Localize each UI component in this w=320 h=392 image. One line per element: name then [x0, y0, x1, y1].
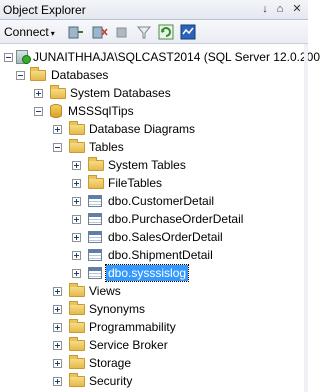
- expand-toggle[interactable]: [72, 215, 81, 224]
- system-databases-label: System Databases: [70, 86, 171, 100]
- folder-icon: [69, 355, 85, 369]
- folder-icon: [69, 121, 85, 135]
- databases-label: Databases: [51, 68, 109, 82]
- programmability-label: Programmability: [89, 320, 176, 334]
- expand-toggle[interactable]: [34, 89, 43, 98]
- table-label: dbo.CustomerDetail: [108, 194, 215, 208]
- tables-label: Tables: [89, 140, 124, 154]
- chevron-down-icon: ▾: [50, 29, 55, 38]
- table-icon: [88, 195, 102, 207]
- table-node[interactable]: dbo.ShipmentDetail: [0, 246, 308, 264]
- security-label: Security: [89, 374, 133, 388]
- collapse-toggle[interactable]: [53, 143, 62, 152]
- table-label: dbo.ShipmentDetail: [108, 248, 213, 262]
- tree-node-filetables[interactable]: FileTables: [0, 174, 308, 192]
- close-icon[interactable]: ✕: [290, 2, 304, 17]
- folder-icon: [69, 337, 85, 351]
- folder-icon: [69, 319, 85, 333]
- table-node[interactable]: dbo.CustomerDetail: [0, 192, 308, 210]
- expand-toggle[interactable]: [72, 161, 81, 170]
- folder-icon: [88, 157, 104, 171]
- expand-toggle[interactable]: [72, 251, 81, 260]
- panel-title: Object Explorer: [3, 3, 86, 17]
- tree-node-database-diagrams[interactable]: Database Diagrams: [0, 120, 308, 138]
- synonyms-label: Synonyms: [89, 302, 146, 316]
- stop-icon[interactable]: [115, 24, 129, 40]
- object-explorer-titlebar: Object Explorer ↓ ⌂ ✕: [0, 0, 308, 20]
- object-explorer-toolbar: Connect ▾: [0, 20, 308, 44]
- tree-node-programmability[interactable]: Programmability: [0, 318, 308, 336]
- tree-node-server[interactable]: JUNAITHHAJA\SQLCAST2014 (SQL Server 12.0…: [0, 48, 320, 66]
- window-position-icon[interactable]: ↓: [258, 2, 272, 17]
- service-broker-label: Service Broker: [89, 338, 168, 352]
- tree-node-system-databases[interactable]: System Databases: [0, 84, 308, 102]
- collapse-toggle[interactable]: [16, 71, 25, 80]
- table-node[interactable]: dbo.SalesOrderDetail: [0, 228, 308, 246]
- table-icon: [88, 267, 102, 279]
- table-node-selected[interactable]: dbo.sysssislog: [0, 264, 308, 282]
- collapse-toggle[interactable]: [34, 107, 43, 116]
- storage-label: Storage: [89, 356, 132, 370]
- folder-icon: [69, 301, 85, 315]
- selected-table-label: dbo.sysssislog: [104, 264, 190, 282]
- system-tables-label: System Tables: [108, 158, 186, 172]
- disconnect-icon[interactable]: [92, 24, 108, 40]
- activity-monitor-icon[interactable]: [180, 24, 196, 40]
- database-icon: [50, 104, 62, 118]
- refresh-icon[interactable]: [158, 24, 174, 40]
- auto-hide-pin-icon[interactable]: ⌂: [273, 2, 287, 17]
- server-label: JUNAITHHAJA\SQLCAST2014 (SQL Server 12.0…: [33, 50, 320, 64]
- table-label: dbo.PurchaseOrderDetail: [108, 212, 244, 226]
- collapse-toggle[interactable]: [4, 53, 13, 62]
- expand-toggle[interactable]: [72, 197, 81, 206]
- filter-icon[interactable]: [136, 24, 152, 40]
- folder-icon: [50, 85, 66, 99]
- expand-toggle[interactable]: [53, 323, 62, 332]
- tree-node-tables[interactable]: Tables: [0, 138, 308, 156]
- expand-toggle[interactable]: [72, 179, 81, 188]
- table-icon: [88, 249, 102, 261]
- expand-toggle[interactable]: [72, 233, 81, 242]
- tree-node-databases[interactable]: Databases: [0, 66, 308, 84]
- views-label: Views: [89, 284, 121, 298]
- folder-icon: [69, 139, 85, 153]
- table-node[interactable]: dbo.PurchaseOrderDetail: [0, 210, 308, 228]
- folder-icon: [88, 175, 104, 189]
- tree-node-storage[interactable]: Storage: [0, 354, 308, 372]
- expand-toggle[interactable]: [53, 125, 62, 134]
- folder-icon: [30, 67, 46, 81]
- tree-node-system-tables[interactable]: System Tables: [0, 156, 308, 174]
- connect-label: Connect: [4, 25, 49, 39]
- database-label: MSSSqlTips: [68, 104, 134, 118]
- tree-node-security[interactable]: Security: [0, 372, 308, 390]
- folder-icon: [69, 283, 85, 297]
- connect-object-explorer-icon[interactable]: [68, 24, 84, 40]
- table-icon: [88, 231, 102, 243]
- table-label: dbo.SalesOrderDetail: [108, 230, 223, 244]
- expand-toggle[interactable]: [53, 377, 62, 386]
- folder-icon: [69, 373, 85, 387]
- tree-node-mssqltips[interactable]: MSSSqlTips: [0, 102, 308, 120]
- expand-toggle[interactable]: [53, 341, 62, 350]
- expand-toggle[interactable]: [72, 269, 81, 278]
- object-explorer-tree[interactable]: JUNAITHHAJA\SQLCAST2014 (SQL Server 12.0…: [0, 44, 320, 392]
- expand-toggle[interactable]: [53, 359, 62, 368]
- tree-node-service-broker[interactable]: Service Broker: [0, 336, 308, 354]
- vertical-scrollbar[interactable]: [304, 44, 308, 392]
- connect-button[interactable]: Connect ▾: [4, 24, 58, 40]
- database-diagrams-label: Database Diagrams: [89, 122, 196, 136]
- expand-toggle[interactable]: [53, 287, 62, 296]
- filetables-label: FileTables: [108, 176, 163, 190]
- expand-toggle[interactable]: [53, 305, 62, 314]
- tree-node-synonyms[interactable]: Synonyms: [0, 300, 308, 318]
- table-icon: [88, 213, 102, 225]
- server-icon: [16, 50, 31, 64]
- tree-node-views[interactable]: Views: [0, 282, 308, 300]
